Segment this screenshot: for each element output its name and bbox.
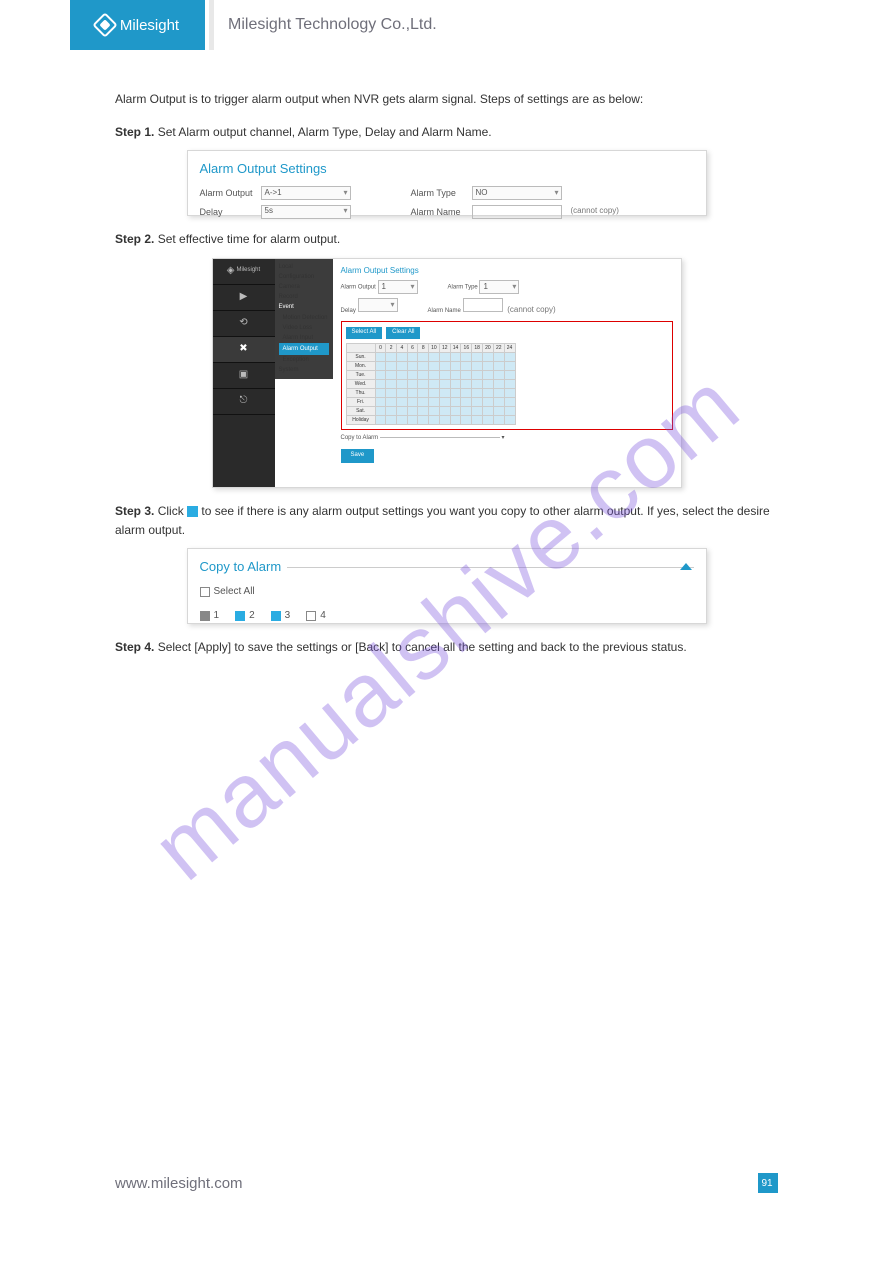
p2-sel2[interactable]: 1 bbox=[479, 280, 519, 294]
step-1-label: Step 1. bbox=[115, 125, 154, 139]
select-all-row[interactable]: Select All bbox=[200, 584, 694, 600]
cb-1[interactable]: 1 bbox=[200, 608, 220, 624]
tree-videoloss[interactable]: Video Loss bbox=[279, 323, 329, 333]
panel1-title: Alarm Output Settings bbox=[200, 159, 694, 180]
header-divider bbox=[209, 0, 214, 50]
select-alarm-output[interactable]: A->1 bbox=[261, 186, 351, 200]
tree-record[interactable]: Record bbox=[279, 292, 329, 302]
field-delay: Delay 5s bbox=[200, 205, 351, 219]
select-delay[interactable]: 5s bbox=[261, 205, 351, 219]
footer-url: www.milesight.com bbox=[115, 1175, 243, 1192]
cb-3-label: 3 bbox=[285, 608, 291, 624]
step-2: Step 2. Set effective time for alarm out… bbox=[115, 230, 778, 249]
checkbox-2[interactable] bbox=[235, 611, 245, 621]
schedule-highlight: Select All Clear All 0246810121416182022… bbox=[341, 321, 673, 430]
step-2-label: Step 2. bbox=[115, 232, 154, 246]
settings-tree: Local Configuration Camera Record Event … bbox=[275, 259, 333, 487]
nav-live[interactable]: ▶ bbox=[213, 285, 275, 311]
p2-hint: (cannot copy) bbox=[507, 305, 555, 314]
cb-2[interactable]: 2 bbox=[235, 608, 255, 624]
brand-logo: Milesight bbox=[70, 0, 205, 50]
step-4-text: Select [Apply] to save the settings or [… bbox=[154, 640, 686, 654]
p2-f4: Alarm Name (cannot copy) bbox=[428, 298, 556, 317]
collapse-icon[interactable] bbox=[680, 563, 692, 570]
step-1-text: Set Alarm output channel, Alarm Type, De… bbox=[154, 125, 491, 139]
page-content: Alarm Output is to trigger alarm output … bbox=[0, 50, 893, 657]
p2-f2: Alarm Type 1 bbox=[448, 280, 520, 294]
step-4: Step 4. Select [Apply] to save the setti… bbox=[115, 638, 778, 657]
diamond-icon bbox=[92, 12, 117, 37]
cb-4-label: 4 bbox=[320, 608, 326, 624]
checkbox-3[interactable] bbox=[271, 611, 281, 621]
step-2-text: Set effective time for alarm output. bbox=[154, 232, 340, 246]
hint-cannot-copy: (cannot copy) bbox=[571, 205, 619, 218]
panel2-title: Alarm Output Settings bbox=[341, 265, 673, 278]
sidebar-brand-text: Milesight bbox=[237, 266, 261, 276]
step-3-post: to see if there is any alarm output sett… bbox=[115, 504, 770, 537]
btn-clear-all[interactable]: Clear All bbox=[386, 327, 420, 339]
company-name: Milesight Technology Co.,Ltd. bbox=[228, 16, 437, 34]
label-alarm-type: Alarm Type bbox=[411, 186, 466, 200]
checkbox-select-all[interactable] bbox=[200, 587, 210, 597]
p2-txt4[interactable] bbox=[463, 298, 503, 312]
select-all-label: Select All bbox=[214, 584, 255, 600]
copy-to-alarm-panel: Copy to Alarm Select All 1 2 3 4 bbox=[187, 548, 707, 624]
intro-text: Alarm Output is to trigger alarm output … bbox=[115, 90, 778, 109]
panel3-hr bbox=[287, 567, 693, 568]
cb-3[interactable]: 3 bbox=[271, 608, 291, 624]
sidebar-brand: ◈ Milesight bbox=[213, 259, 275, 285]
tree-exception[interactable]: Exception bbox=[279, 355, 329, 365]
schedule-grid[interactable]: 024681012141618202224Sun.Mon.Tue.Wed.Thu… bbox=[346, 343, 516, 425]
nav-playback[interactable]: ⟲ bbox=[213, 311, 275, 337]
input-alarm-name[interactable] bbox=[472, 205, 562, 219]
tree-system[interactable]: System bbox=[279, 365, 329, 375]
label-alarm-output: Alarm Output bbox=[200, 186, 255, 200]
expand-icon bbox=[187, 506, 198, 517]
page-header: Milesight Milesight Technology Co.,Ltd. bbox=[0, 0, 893, 50]
nav-settings[interactable]: ✖ bbox=[213, 337, 275, 363]
panel3-title-row: Copy to Alarm bbox=[200, 557, 694, 578]
tree-camera[interactable]: Camera bbox=[279, 282, 329, 292]
save-button[interactable]: Save bbox=[341, 449, 375, 463]
brand-text: Milesight bbox=[120, 17, 179, 34]
cb-1-label: 1 bbox=[214, 608, 220, 624]
panel3-title: Copy to Alarm bbox=[200, 557, 282, 578]
step-3-label: Step 3. bbox=[115, 504, 154, 518]
page-footer: www.milesight.com 91 bbox=[115, 1173, 778, 1193]
p2-sel1[interactable]: 1 bbox=[378, 280, 418, 294]
page-number-wrap: 91 bbox=[758, 1173, 778, 1193]
tree-local[interactable]: Local Configuration bbox=[279, 262, 329, 282]
nav-logout[interactable]: ⎋ bbox=[213, 389, 275, 415]
step-3: Step 3. Click to see if there is any ala… bbox=[115, 502, 778, 540]
field-alarm-output: Alarm Output A->1 bbox=[200, 186, 351, 200]
page-number: 91 bbox=[758, 1173, 778, 1193]
cb-2-label: 2 bbox=[249, 608, 255, 624]
p2-f1: Alarm Output 1 bbox=[341, 280, 418, 294]
sidebar: ◈ Milesight ▶ ⟲ ✖ ▣ ⎋ bbox=[213, 259, 275, 487]
alarm-checkbox-row: 1 2 3 4 bbox=[200, 608, 694, 624]
tree-event[interactable]: Event bbox=[279, 302, 329, 312]
checkbox-1[interactable] bbox=[200, 611, 210, 621]
p2-f3: Delay bbox=[341, 298, 398, 317]
checkbox-4[interactable] bbox=[306, 611, 316, 621]
nav-status[interactable]: ▣ bbox=[213, 363, 275, 389]
step-1: Step 1. Set Alarm output channel, Alarm … bbox=[115, 123, 778, 142]
label-delay: Delay bbox=[200, 205, 255, 219]
field-alarm-type: Alarm Type NO bbox=[411, 186, 562, 200]
effective-time-panel: ◈ Milesight ▶ ⟲ ✖ ▣ ⎋ Local Configuratio… bbox=[212, 258, 682, 488]
btn-select-all[interactable]: Select All bbox=[346, 327, 383, 339]
step-3-pre: Click bbox=[158, 504, 187, 518]
label-alarm-name: Alarm Name bbox=[411, 205, 466, 219]
copy-to-alarm-row[interactable]: Copy to Alarm ▾ bbox=[341, 434, 673, 444]
tree-alarm-input[interactable]: Alarm Input bbox=[279, 333, 329, 343]
tree-alarm-output[interactable]: Alarm Output bbox=[279, 343, 329, 355]
tree-motion[interactable]: Motion Detection bbox=[279, 313, 329, 323]
field-alarm-name: Alarm Name (cannot copy) bbox=[411, 205, 619, 219]
alarm-output-settings-panel: Alarm Output Settings Alarm Output A->1 … bbox=[187, 150, 707, 216]
step-4-label: Step 4. bbox=[115, 640, 154, 654]
p2-sel3[interactable] bbox=[358, 298, 398, 312]
select-alarm-type[interactable]: NO bbox=[472, 186, 562, 200]
panel2-main: Alarm Output Settings Alarm Output 1 Ala… bbox=[333, 259, 681, 487]
cb-4[interactable]: 4 bbox=[306, 608, 326, 624]
